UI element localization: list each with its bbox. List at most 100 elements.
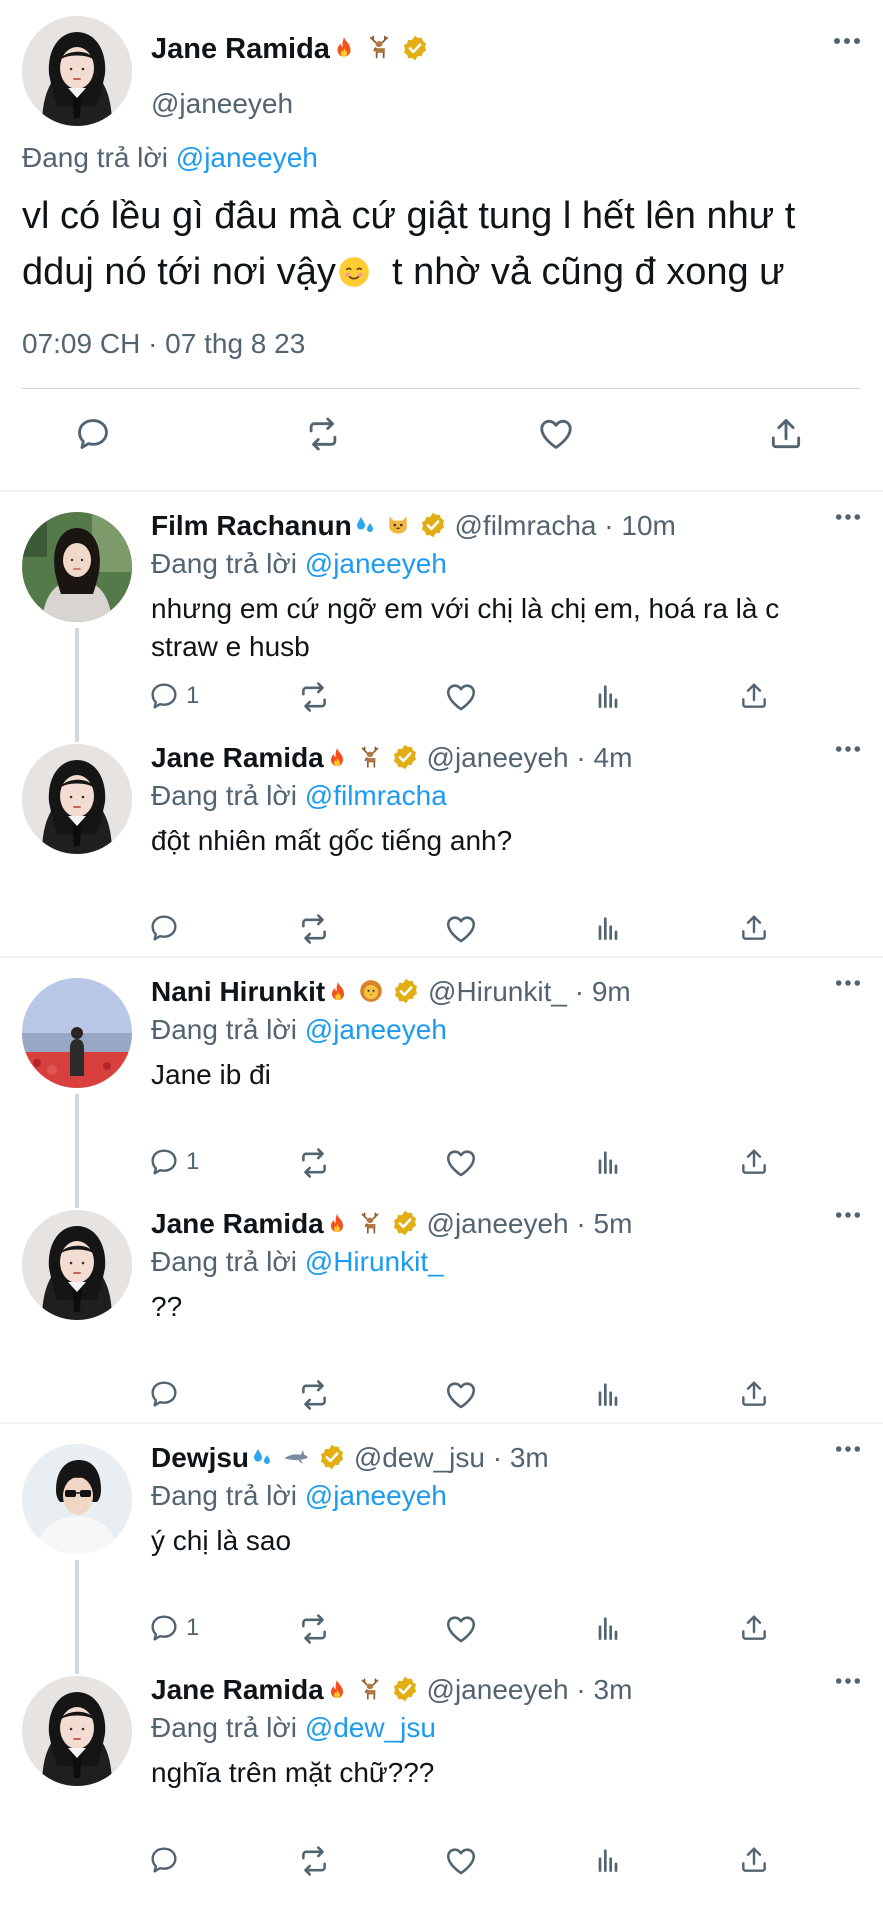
reply-tweet[interactable]: Dewjsu @dew_jsu · 3m Đang trả lời @janee… [0,1424,883,1674]
fire-emoji-icon [331,35,357,61]
time[interactable]: 4m [594,742,633,773]
retweet-icon[interactable] [297,1146,331,1180]
verified-badge-icon [392,977,420,1005]
retweet-icon[interactable] [297,1844,331,1878]
handle[interactable]: @janeeyeh [151,88,293,120]
views-icon[interactable] [592,1844,624,1876]
reply-button[interactable]: 1 [148,680,199,712]
retweet-icon[interactable] [304,415,342,453]
share-icon[interactable] [738,1146,770,1178]
verified-badge-icon [318,1443,346,1471]
verified-badge-icon [391,1675,419,1703]
like-icon[interactable] [444,1378,478,1412]
share-icon[interactable] [738,1612,770,1644]
time[interactable]: 3m [594,1674,633,1705]
share-icon[interactable] [738,912,770,944]
mention-link[interactable]: @filmracha [305,780,447,811]
tweet-text: nghĩa trên mặt chữ??? [151,1757,435,1788]
mention-link[interactable]: @dew_jsu [305,1712,436,1743]
handle[interactable]: @filmracha [454,510,596,541]
like-icon[interactable] [444,912,478,946]
deer-emoji-icon [357,1676,383,1702]
handle[interactable]: @janeeyeh [427,742,569,773]
fire-emoji-icon [325,1212,349,1236]
replying-to: Đang trả lời @janeeyeh [22,142,318,174]
retweet-icon[interactable] [297,1378,331,1412]
handle[interactable]: @janeeyeh [427,1674,569,1705]
handle[interactable]: @Hirunkit_ [428,976,567,1007]
reply-icon[interactable] [148,680,180,712]
reply-button[interactable] [148,1844,186,1876]
mention-link[interactable]: @janeeyeh [305,548,447,579]
avatar[interactable] [22,1676,132,1786]
reply-tweet[interactable]: Film Rachanun @filmracha · 10m Đang trả … [0,492,883,742]
reply-icon[interactable] [148,1146,180,1178]
reply-button[interactable] [148,912,186,944]
more-icon[interactable] [833,36,861,46]
mention-link[interactable]: @janeeyeh [305,1014,447,1045]
display-name[interactable]: Jane Ramida [151,742,324,773]
share-icon[interactable] [738,1378,770,1410]
handle[interactable]: @dew_jsu [354,1442,485,1473]
share-icon[interactable] [738,1844,770,1876]
share-icon[interactable] [738,680,770,712]
reply-icon[interactable] [148,912,180,944]
reply-button[interactable]: 1 [148,1612,199,1644]
more-icon[interactable] [835,744,861,754]
like-icon[interactable] [444,680,478,714]
reply-icon[interactable] [148,1378,180,1410]
display-name[interactable]: Dewjsu [151,1442,249,1473]
more-icon[interactable] [835,1210,861,1220]
avatar[interactable] [22,744,132,854]
retweet-icon[interactable] [297,1612,331,1646]
retweet-icon[interactable] [297,912,331,946]
display-name[interactable]: Nani Hirunkit [151,976,325,1007]
more-icon[interactable] [835,1676,861,1686]
reply-icon[interactable] [148,1844,180,1876]
mention-link[interactable]: @janeeyeh [176,142,318,173]
deer-emoji-icon [357,1210,383,1236]
like-icon[interactable] [444,1612,478,1646]
reply-icon[interactable] [148,1612,180,1644]
avatar[interactable] [22,512,132,622]
retweet-icon[interactable] [297,680,331,714]
more-icon[interactable] [835,1444,861,1454]
display-name[interactable]: Film Rachanun [151,510,352,541]
reply-button[interactable] [148,1378,186,1410]
views-icon[interactable] [592,680,624,712]
avatar[interactable] [22,1444,132,1554]
avatar[interactable] [22,978,132,1088]
reply-tweet[interactable]: Jane Ramida @janeeyeh · 4m Đang trả lời … [0,724,883,956]
time[interactable]: 9m [592,976,631,1007]
more-icon[interactable] [835,512,861,522]
views-icon[interactable] [592,1378,624,1410]
display-name[interactable]: Jane Ramida [151,1674,324,1705]
sweat-droplets-emoji-icon [353,514,377,538]
views-icon[interactable] [592,1612,624,1644]
time[interactable]: 5m [594,1208,633,1239]
like-icon[interactable] [444,1146,478,1180]
display-name[interactable]: Jane Ramida [151,33,330,65]
replying-to: Đang trả lời @janeeyeh [151,1480,447,1511]
reply-button[interactable]: 1 [148,1146,199,1178]
time[interactable]: 3m [510,1442,549,1473]
reply-icon[interactable] [74,415,112,453]
reply-tweet[interactable]: Jane Ramida @janeeyeh · 5m Đang trả lời … [0,1190,883,1422]
more-icon[interactable] [835,978,861,988]
verified-badge-icon [401,34,429,62]
share-icon[interactable] [767,415,805,453]
like-icon[interactable] [537,415,575,453]
time[interactable]: 10m [621,510,675,541]
reply-tweet[interactable]: Jane Ramida @janeeyeh · 3m Đang trả lời … [0,1656,883,1888]
mention-link[interactable]: @janeeyeh [305,1480,447,1511]
views-icon[interactable] [592,1146,624,1178]
display-name[interactable]: Jane Ramida [151,1208,324,1239]
like-icon[interactable] [444,1844,478,1878]
reply-tweet[interactable]: Nani Hirunkit @Hirunkit_ · 9m Đang trả l… [0,958,883,1208]
avatar[interactable] [22,16,132,126]
avatar[interactable] [22,1210,132,1320]
handle[interactable]: @janeeyeh [427,1208,569,1239]
views-icon[interactable] [592,912,624,944]
timestamp[interactable]: 07:09 CH · 07 thg 8 23 [22,328,305,360]
mention-link[interactable]: @Hirunkit_ [305,1246,444,1277]
